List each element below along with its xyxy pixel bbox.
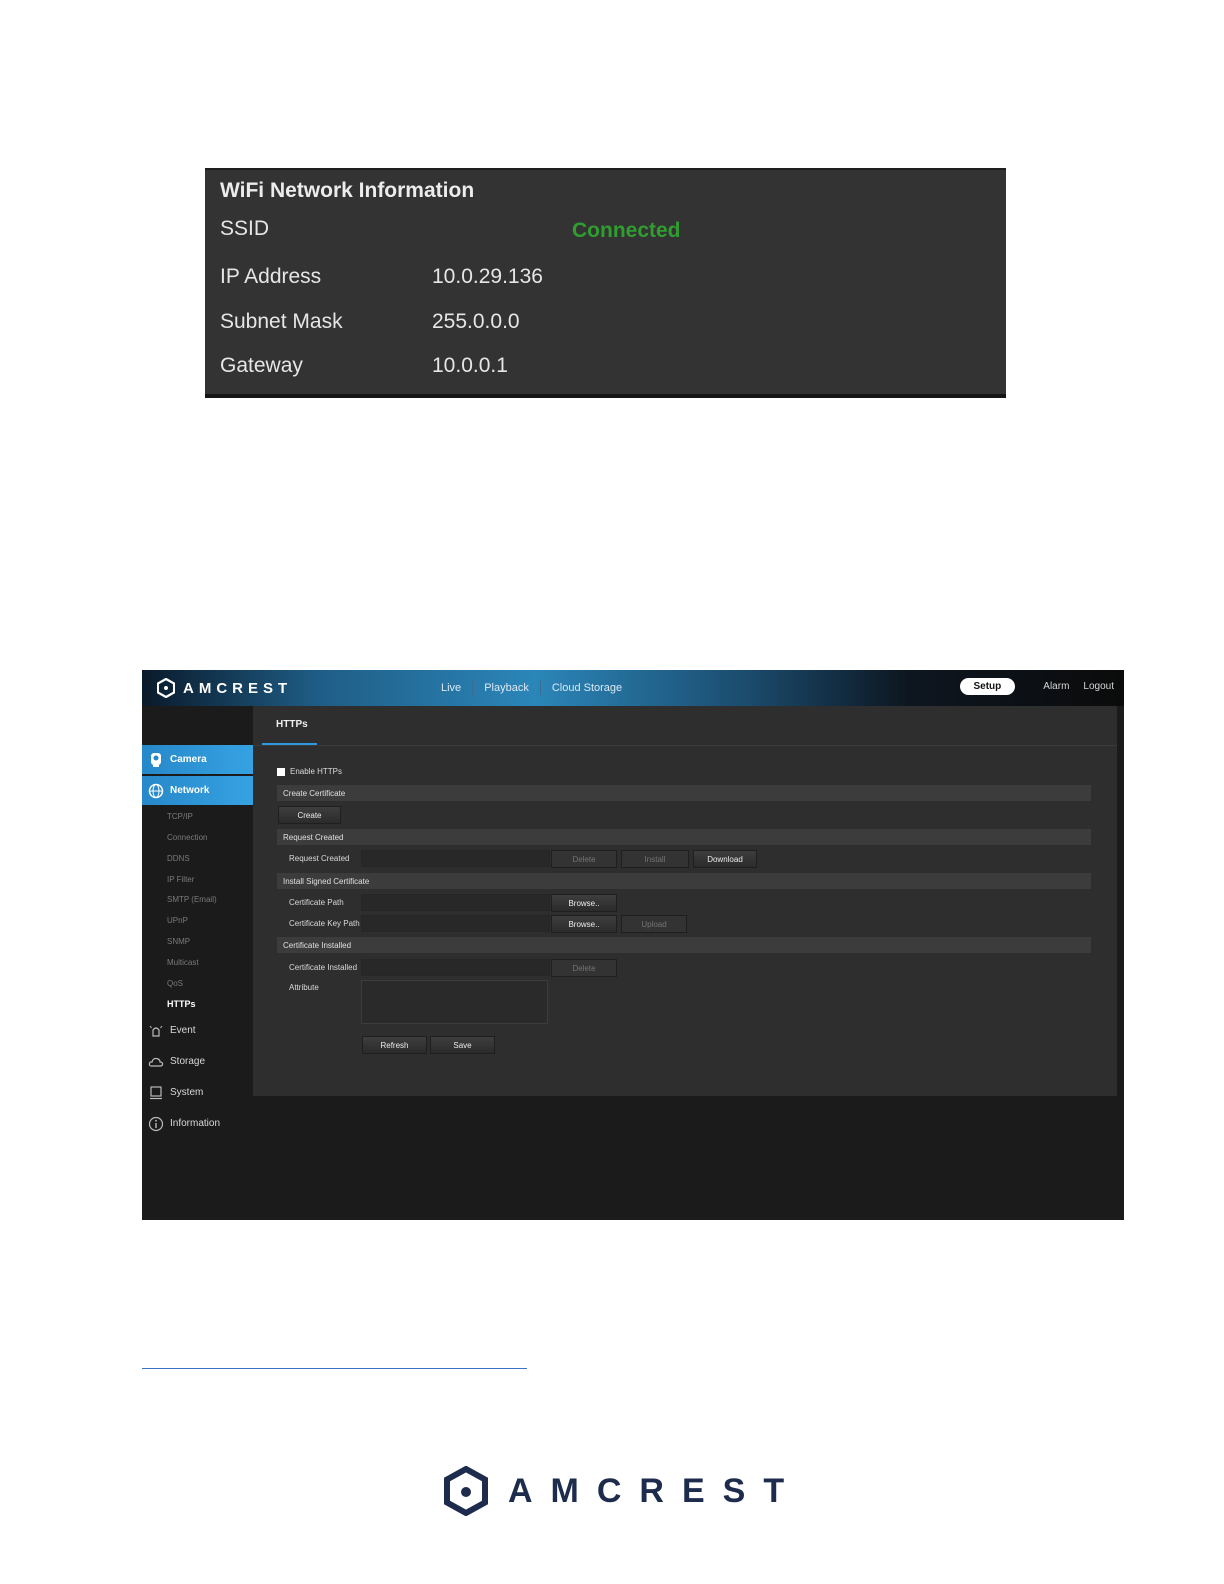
section-request-created: Request Created: [277, 829, 1091, 845]
upload-button[interactable]: Upload: [621, 915, 687, 933]
sidebar: Camera Network TCP/IP Connection DDNS IP…: [142, 706, 266, 1220]
https-settings-panel: HTTPs Enable HTTPs Create Certificate Cr…: [253, 706, 1117, 1096]
gateway-label: Gateway: [220, 354, 303, 377]
sidebar-sub-https[interactable]: HTTPs: [167, 999, 196, 1009]
app-logo: AMCREST: [157, 678, 292, 698]
footer-logo: AMCREST: [444, 1466, 802, 1516]
certificate-path-label: Certificate Path: [289, 898, 344, 907]
ip-address-value: 10.0.29.136: [432, 265, 543, 288]
sidebar-sub-connection[interactable]: Connection: [167, 833, 207, 842]
right-nav: Setup Alarm Logout: [959, 678, 1114, 695]
main-nav: Live Playback Cloud Storage: [430, 681, 633, 695]
sidebar-item-storage[interactable]: Storage: [142, 1047, 258, 1076]
system-monitor-icon: [150, 1085, 162, 1099]
sidebar-sub-multicast[interactable]: Multicast: [167, 958, 199, 967]
sidebar-item-event[interactable]: Event: [142, 1016, 258, 1045]
tab-divider: [253, 745, 1117, 746]
certificate-installed-label: Certificate Installed: [289, 963, 358, 972]
sidebar-sub-ip-filter[interactable]: IP Filter: [167, 875, 194, 884]
amcrest-hex-icon: [157, 678, 175, 698]
tab-https[interactable]: HTTPs: [276, 719, 308, 730]
wifi-panel-title: WiFi Network Information: [220, 179, 475, 202]
nav-playback[interactable]: Playback: [472, 681, 540, 695]
sidebar-sub-snmp[interactable]: SNMP: [167, 937, 190, 946]
sidebar-item-camera[interactable]: Camera: [142, 745, 266, 774]
subnet-mask-value: 255.0.0.0: [432, 310, 520, 333]
sidebar-item-network[interactable]: Network: [142, 776, 266, 805]
app-brand: AMCREST: [183, 679, 293, 697]
delete-request-button[interactable]: Delete: [551, 850, 617, 868]
sidebar-camera-label: Camera: [170, 754, 207, 765]
camera-icon: [151, 752, 161, 767]
amcrest-hex-icon: [444, 1466, 488, 1516]
install-button[interactable]: Install: [621, 850, 689, 868]
sidebar-item-system[interactable]: System: [142, 1078, 258, 1107]
enable-https-checkbox[interactable]: [277, 767, 285, 776]
sidebar-system-label: System: [170, 1087, 204, 1098]
sidebar-sub-upnp[interactable]: UPnP: [167, 916, 188, 925]
nav-setup[interactable]: Setup: [959, 678, 1016, 695]
create-button[interactable]: Create: [278, 806, 341, 824]
sidebar-item-information[interactable]: Information: [142, 1109, 258, 1138]
sidebar-network-label: Network: [170, 785, 210, 796]
certificate-key-path-label: Certificate Key Path: [289, 919, 360, 928]
sidebar-sub-smtp[interactable]: SMTP (Email): [167, 895, 217, 904]
enable-https-row: Enable HTTPs: [277, 767, 342, 776]
wifi-info-panel: WiFi Network Information SSID Connected …: [205, 168, 1006, 398]
section-certificate-installed: Certificate Installed: [277, 937, 1091, 953]
storage-cloud-icon: [148, 1057, 164, 1067]
sidebar-information-label: Information: [170, 1118, 221, 1129]
amcrest-web-ui: AMCREST Live Playback Cloud Storage Setu…: [142, 670, 1124, 1220]
nav-live[interactable]: Live: [430, 681, 472, 695]
nav-cloud-storage[interactable]: Cloud Storage: [539, 681, 633, 695]
attribute-textarea[interactable]: [361, 980, 548, 1024]
save-button[interactable]: Save: [430, 1036, 495, 1054]
info-circle-icon: [148, 1116, 164, 1131]
sidebar-sub-tcpip[interactable]: TCP/IP: [167, 812, 193, 821]
browse-key-button[interactable]: Browse..: [551, 915, 617, 933]
section-create-certificate: Create Certificate: [277, 785, 1091, 801]
connection-status: Connected: [572, 219, 681, 242]
delete-installed-button[interactable]: Delete: [551, 959, 617, 977]
nav-logout[interactable]: Logout: [1083, 681, 1114, 692]
ip-address-label: IP Address: [220, 265, 322, 288]
browse-certificate-button[interactable]: Browse..: [551, 894, 617, 912]
section-install-signed-certificate: Install Signed Certificate: [277, 873, 1091, 889]
certificate-key-path-field[interactable]: [361, 915, 550, 932]
attribute-label: Attribute: [289, 983, 319, 992]
subnet-mask-label: Subnet Mask: [220, 310, 343, 333]
top-bar: AMCREST Live Playback Cloud Storage Setu…: [142, 670, 1124, 706]
enable-https-label: Enable HTTPs: [290, 767, 343, 776]
download-button[interactable]: Download: [693, 850, 757, 868]
nav-alarm[interactable]: Alarm: [1043, 681, 1069, 692]
certificate-installed-field[interactable]: [361, 959, 550, 976]
network-globe-icon: [148, 783, 164, 798]
sidebar-storage-label: Storage: [170, 1056, 206, 1067]
request-created-label: Request Created: [289, 854, 350, 863]
alarm-bell-icon: [149, 1025, 163, 1037]
certificate-path-field[interactable]: [361, 894, 550, 911]
request-created-field[interactable]: [361, 850, 550, 867]
footer-brand: AMCREST: [508, 1471, 803, 1510]
refresh-button[interactable]: Refresh: [362, 1036, 427, 1054]
sidebar-event-label: Event: [170, 1025, 196, 1036]
sidebar-sub-ddns[interactable]: DDNS: [167, 854, 190, 863]
gateway-value: 10.0.0.1: [432, 354, 508, 377]
hyperlink-underline[interactable]: [142, 1368, 527, 1369]
ssid-label: SSID: [220, 217, 270, 240]
sidebar-sub-qos[interactable]: QoS: [167, 979, 183, 988]
